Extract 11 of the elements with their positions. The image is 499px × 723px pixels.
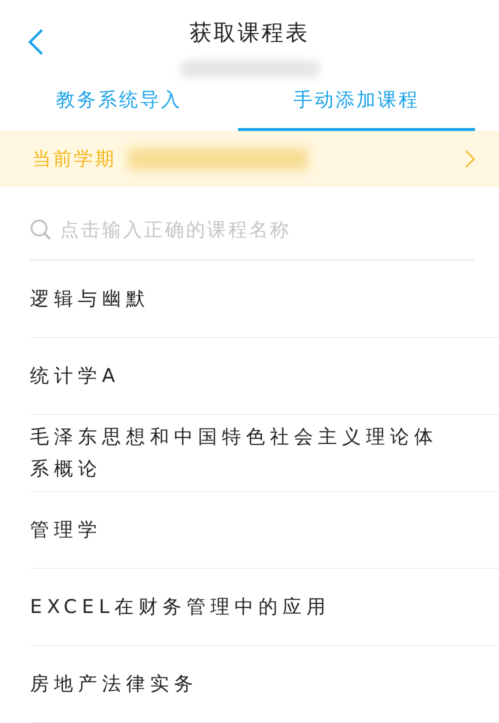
course-item[interactable]: EXCEL在财务管理中的应用 <box>30 569 499 646</box>
course-item[interactable]: 房地产法律实务 <box>30 646 499 723</box>
chevron-right-icon <box>465 150 475 168</box>
back-icon <box>28 28 44 56</box>
course-item[interactable]: 逻辑与幽默 <box>30 261 499 338</box>
course-item[interactable]: 管理学 <box>30 492 499 569</box>
search-icon <box>30 218 52 241</box>
course-item[interactable]: 统计学A <box>30 338 499 415</box>
search-field[interactable]: 点击输入正确的课程名称 <box>60 218 474 241</box>
page-title: 获取课程表 <box>190 20 310 48</box>
course-item[interactable]: 毛泽东思想和中国特色社会主义理论体系概论 <box>30 415 499 492</box>
